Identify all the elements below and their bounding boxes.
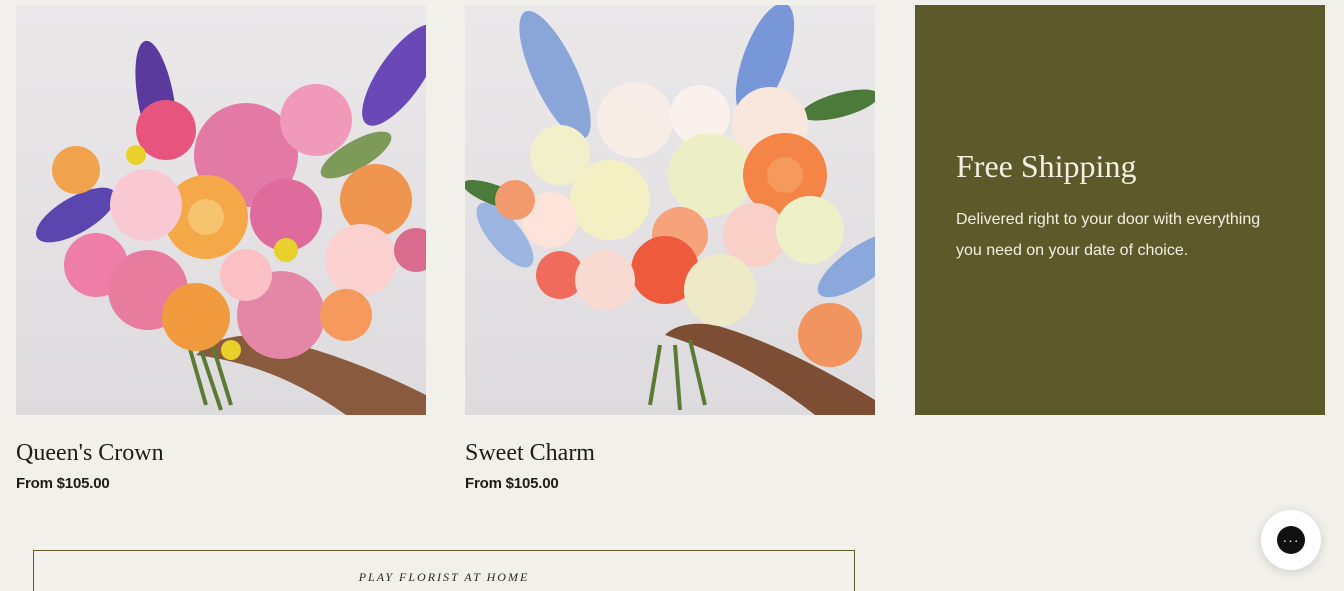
free-shipping-promo: Free Shipping Delivered right to your do… [915, 5, 1325, 415]
product-title[interactable]: Sweet Charm [465, 439, 875, 467]
product-title[interactable]: Queen's Crown [16, 439, 426, 467]
product-grid-page: Queen's Crown From $105.00 Sweet Charm F… [0, 0, 1344, 591]
product-price: From $105.00 [465, 475, 559, 492]
play-florist-banner[interactable]: PLAY FLORIST AT HOME [33, 550, 855, 591]
promo-title: Free Shipping [956, 148, 1137, 184]
chat-bubble-icon: ··· [1277, 526, 1305, 554]
product-price: From $105.00 [16, 475, 110, 492]
product-card-sweet-charm[interactable]: Sweet Charm From $105.00 [465, 5, 875, 492]
chat-launcher-button[interactable]: ··· [1261, 510, 1321, 570]
banner-label: PLAY FLORIST AT HOME [358, 570, 530, 584]
product-image-sweet-charm[interactable] [465, 5, 875, 415]
bouquet-image-pink-purple [36, 24, 426, 415]
product-card-queens-crown[interactable]: Queen's Crown From $105.00 [16, 5, 426, 492]
product-image-queens-crown[interactable] [16, 5, 426, 415]
bouquet-image-cream-orange [465, 5, 875, 415]
promo-text: Delivered right to your door with everyt… [956, 211, 1261, 259]
